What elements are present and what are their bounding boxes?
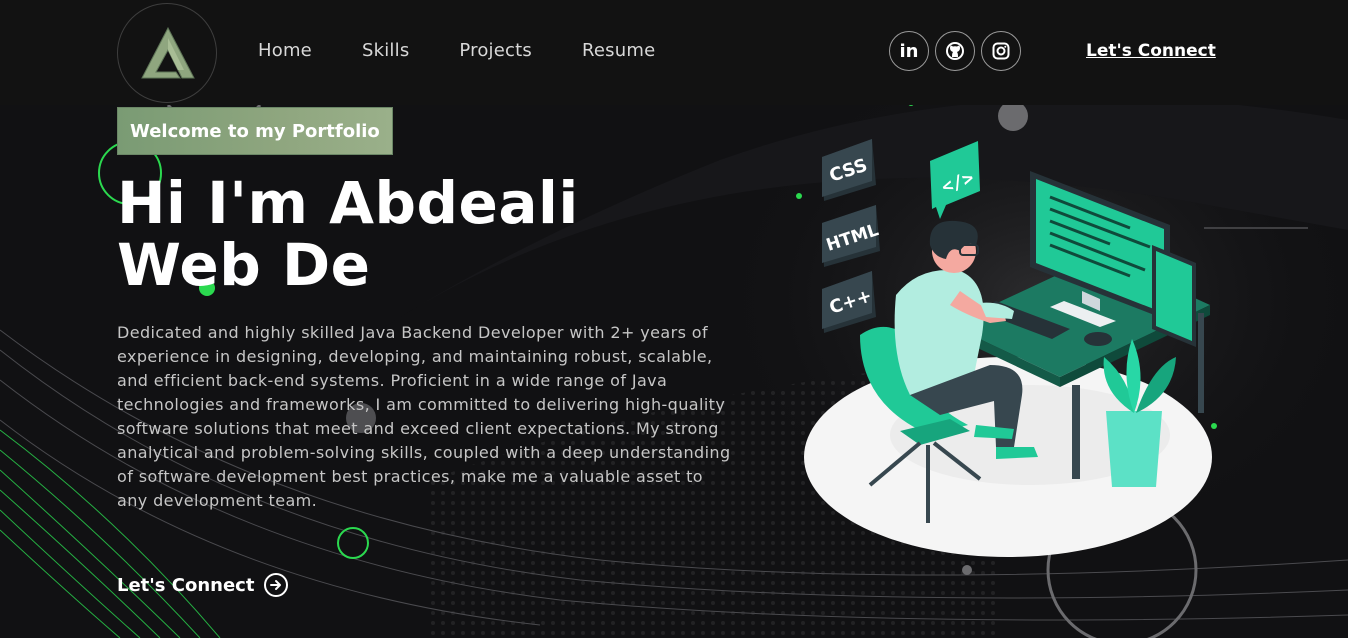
instagram-button[interactable]	[981, 31, 1021, 71]
github-button[interactable]	[935, 31, 975, 71]
hero-headline: Hi I'm Abdeali Web De	[117, 172, 579, 296]
code-bubble: </>	[930, 141, 980, 219]
headline-line-2: Web De	[117, 231, 371, 299]
nav-home[interactable]: Home	[258, 40, 312, 61]
linkedin-button[interactable]: in	[889, 31, 929, 71]
welcome-tagline: Welcome to my Portfolio	[117, 107, 393, 155]
hero-connect-label: Let's Connect	[117, 574, 255, 596]
social-links: in	[889, 31, 1021, 71]
main-nav: Home Skills Projects Resume	[258, 40, 705, 61]
github-icon	[946, 42, 964, 60]
css-badge: CSS	[822, 139, 876, 201]
navbar: Home Skills Projects Resume in Let's Con…	[0, 0, 1348, 105]
nav-skills[interactable]: Skills	[362, 40, 409, 61]
hero-description: Dedicated and highly skilled Java Backen…	[117, 323, 731, 510]
nav-connect-link[interactable]: Let's Connect	[1086, 41, 1216, 61]
developer-illustration: CSS HTML C++ </>	[804, 139, 1212, 557]
cpp-badge: C++	[822, 271, 876, 333]
instagram-icon	[992, 42, 1010, 60]
triangle-a-logo-icon	[141, 26, 195, 79]
hero-connect-button[interactable]: Let's Connect	[117, 573, 289, 597]
site-logo[interactable]	[117, 3, 217, 103]
linkedin-icon: in	[899, 40, 919, 62]
html-badge: HTML	[822, 205, 881, 267]
nav-resume[interactable]: Resume	[582, 40, 655, 61]
arrow-right-circle-icon	[264, 573, 289, 597]
nav-projects[interactable]: Projects	[459, 40, 532, 61]
headline-line-1: Hi I'm Abdeali	[117, 169, 579, 237]
